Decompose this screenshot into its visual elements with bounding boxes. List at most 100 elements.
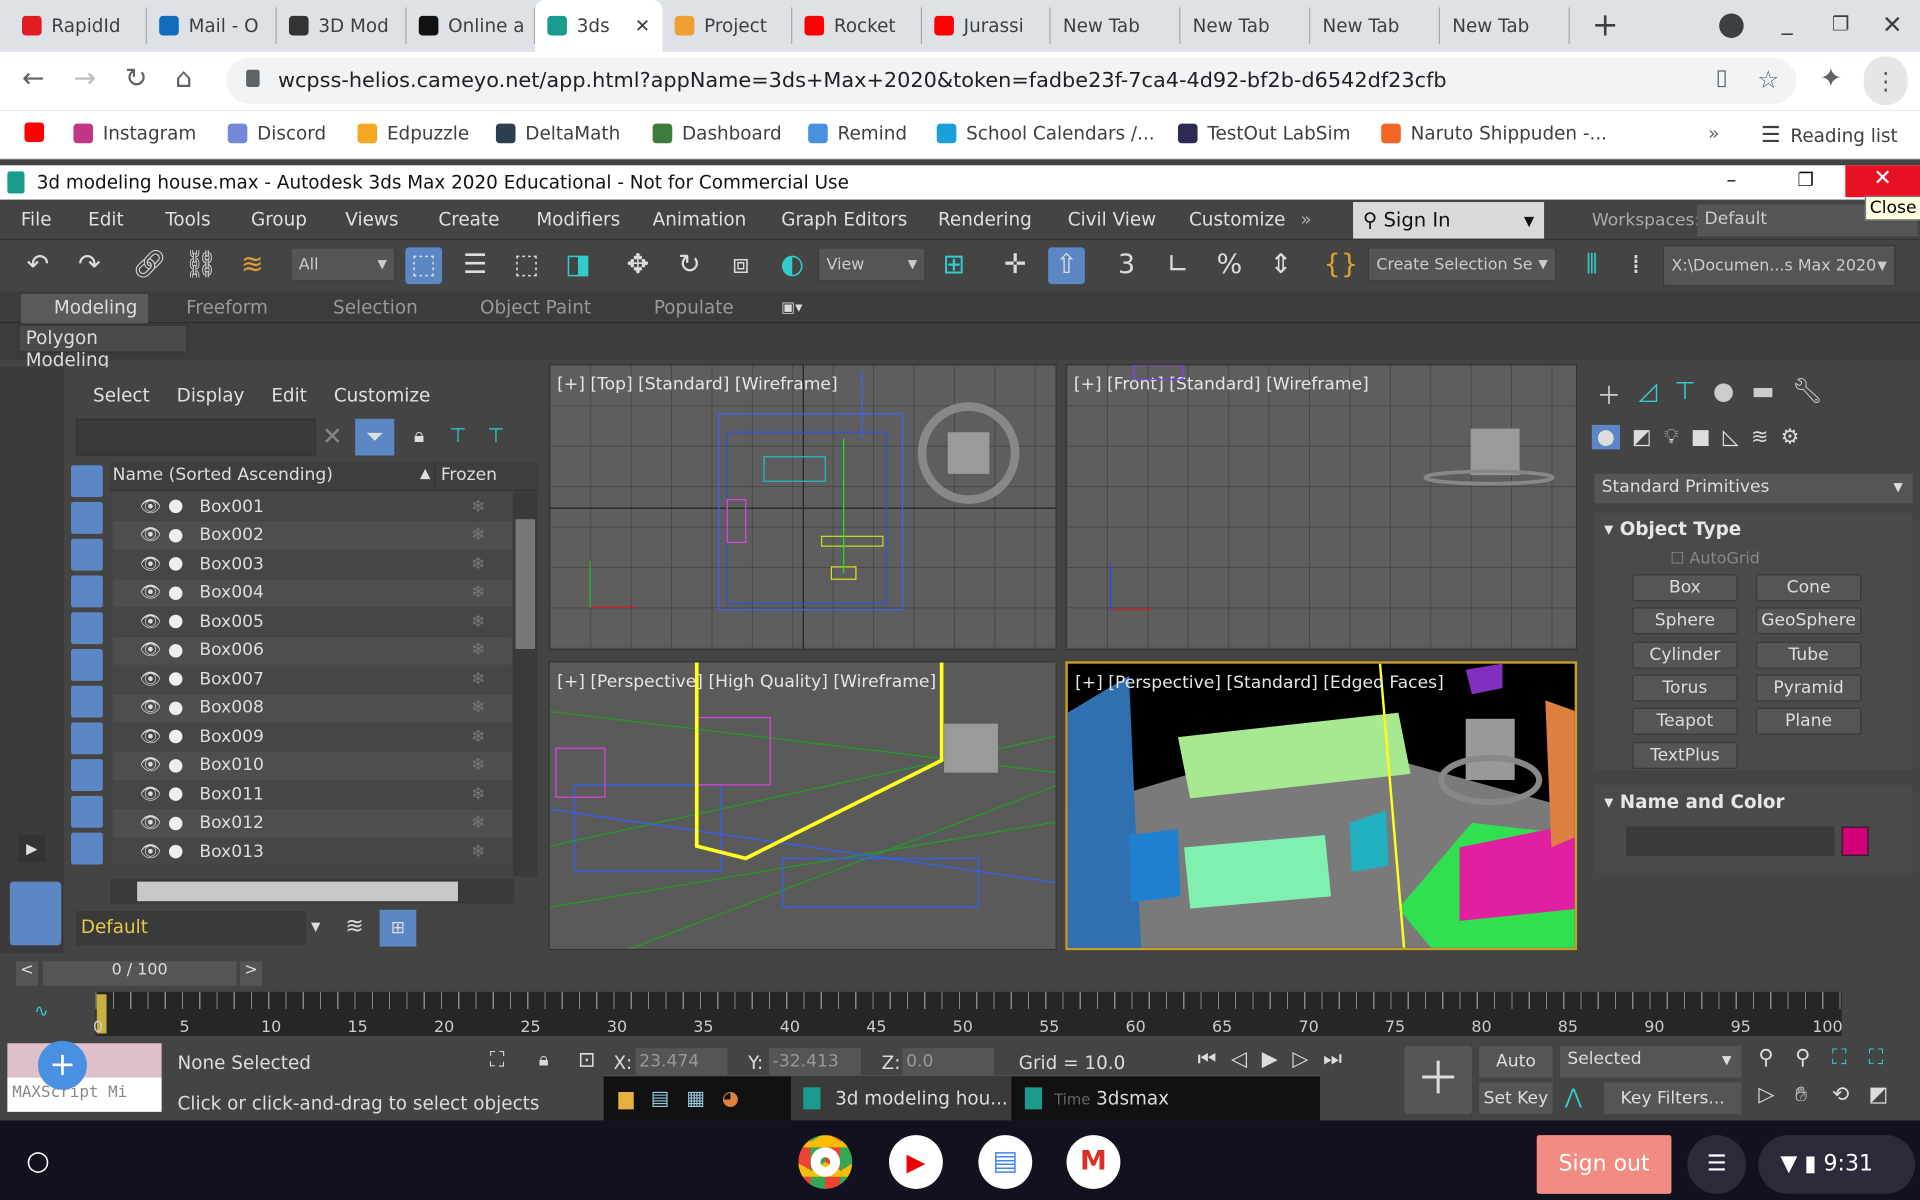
- viewport-layout-icon[interactable]: [9, 881, 62, 946]
- scene-object-row[interactable]: 👁︎ Box013 ❄: [112, 837, 512, 866]
- reading-list-button[interactable]: ☰ Reading list: [1761, 122, 1898, 148]
- spinner-snap-icon[interactable]: ⇕: [1262, 247, 1299, 284]
- browser-tab[interactable]: RapidId: [10, 7, 147, 45]
- keyboard-shortcut-override-icon[interactable]: ⇧: [1048, 247, 1085, 285]
- browser-tab[interactable]: Online a: [407, 7, 536, 45]
- key-mode-dropdown[interactable]: Selected ▼: [1560, 1045, 1742, 1078]
- snaps-toggle-icon[interactable]: 3: [1108, 247, 1145, 284]
- browser-tab[interactable]: Jurassi: [922, 7, 1051, 45]
- restore-icon[interactable]: ❐: [1832, 12, 1850, 35]
- visibility-eye-icon[interactable]: 👁︎: [140, 727, 162, 747]
- freeze-icon[interactable]: ❄: [471, 669, 485, 689]
- helpers-icon[interactable]: ◺: [1723, 425, 1739, 449]
- object-color-swatch[interactable]: [1841, 826, 1869, 856]
- angle-snap-icon[interactable]: ∟: [1160, 247, 1197, 284]
- ribbon-tab-freeform[interactable]: Freeform: [186, 296, 268, 318]
- freeze-icon[interactable]: ❄: [471, 727, 485, 747]
- y-coordinate-input[interactable]: -32.413: [768, 1048, 861, 1078]
- scale-icon[interactable]: ⧈: [722, 247, 759, 284]
- render-toggle-icon[interactable]: [168, 672, 183, 686]
- primitive-tube-button[interactable]: Tube: [1755, 641, 1862, 669]
- orbit-icon[interactable]: ⟲: [1832, 1082, 1869, 1106]
- go-to-start-icon[interactable]: ⏮: [1198, 1047, 1217, 1071]
- profile-dropdown-icon[interactable]: [1719, 13, 1744, 38]
- next-frame-button[interactable]: >: [240, 961, 263, 986]
- key-filters-button[interactable]: Key Filters...: [1604, 1082, 1742, 1115]
- rotate-icon[interactable]: ↻: [671, 247, 708, 284]
- scene-object-row[interactable]: 👁︎ Box002 ❄: [112, 521, 512, 550]
- ribbon-tab-populate[interactable]: Populate: [654, 296, 734, 318]
- menu-create[interactable]: Create: [438, 208, 499, 230]
- bookmark-item[interactable]: [24, 122, 53, 143]
- play-icon[interactable]: ▶: [1262, 1047, 1278, 1071]
- browser-tab[interactable]: Rocket: [792, 7, 923, 45]
- primitive-sphere-button[interactable]: Sphere: [1632, 607, 1738, 635]
- menu-group[interactable]: Group: [251, 208, 307, 230]
- explorer-menu-select[interactable]: Select: [93, 384, 150, 406]
- scene-object-row[interactable]: 👁︎ Box006 ❄: [112, 636, 512, 665]
- select-object-icon[interactable]: ⬚: [405, 247, 443, 285]
- primitive-plane-button[interactable]: Plane: [1755, 707, 1862, 735]
- minimize-icon[interactable]: _: [1782, 10, 1793, 36]
- forward-icon[interactable]: →: [73, 64, 96, 95]
- freeze-icon[interactable]: ❄: [471, 842, 485, 862]
- display-snowflake-filter-icon[interactable]: [71, 832, 103, 865]
- unlink-icon[interactable]: ⛓: [182, 247, 219, 284]
- paint-icon[interactable]: ◕: [722, 1086, 739, 1109]
- freeze-icon[interactable]: ❄: [471, 756, 485, 776]
- browser-tab[interactable]: New Tab: [1310, 7, 1441, 45]
- explorer-menu-display[interactable]: Display: [177, 384, 245, 406]
- explorer-menu-edit[interactable]: Edit: [271, 384, 307, 406]
- bookmark-item[interactable]: Remind: [808, 122, 907, 144]
- display-tool-filter-icon[interactable]: [71, 759, 103, 792]
- bookmark-item[interactable]: Edpuzzle: [357, 122, 469, 144]
- viewport-front[interactable]: [+] [Front] [Standard] [Wireframe]: [1065, 363, 1578, 651]
- visibility-eye-icon[interactable]: 👁︎: [140, 756, 162, 776]
- visibility-eye-icon[interactable]: 👁︎: [140, 554, 162, 574]
- visibility-eye-icon[interactable]: 👁︎: [140, 525, 162, 545]
- app-maximize-button[interactable]: ❐: [1798, 169, 1814, 191]
- motion-tab-icon[interactable]: ●: [1713, 376, 1734, 412]
- scene-object-row[interactable]: 👁︎ Box011 ❄: [112, 780, 512, 809]
- name-and-color-header[interactable]: ▾ Name and Color: [1604, 791, 1784, 813]
- scene-object-row[interactable]: 👁︎ Box010 ❄: [112, 751, 512, 780]
- curve-editor-icon[interactable]: ∿: [34, 1002, 48, 1022]
- new-tab-button[interactable]: +: [1592, 7, 1619, 44]
- primitive-torus-button[interactable]: Torus: [1632, 674, 1738, 702]
- menu-views[interactable]: Views: [345, 208, 398, 230]
- explorer-vertical-scrollbar[interactable]: [513, 492, 538, 877]
- browser-tab[interactable]: New Tab: [1051, 7, 1181, 45]
- freeze-icon[interactable]: ❄: [471, 525, 485, 545]
- browser-tab[interactable]: 3ds ✕: [535, 0, 663, 52]
- clear-search-icon[interactable]: ✕: [322, 421, 343, 450]
- viewport-perspective-wireframe[interactable]: [+] [Perspective] [High Quality] [Wirefr…: [548, 661, 1057, 951]
- render-toggle-icon[interactable]: [168, 557, 183, 571]
- field-of-view-icon[interactable]: ▷: [1758, 1082, 1795, 1106]
- render-toggle-icon[interactable]: [168, 585, 183, 600]
- scene-object-row[interactable]: 👁︎ Box007 ❄: [112, 664, 512, 694]
- redo-icon[interactable]: ↷: [71, 247, 108, 284]
- menu-animation[interactable]: Animation: [653, 208, 747, 230]
- notepad-icon[interactable]: ▤: [651, 1086, 670, 1109]
- taskbar-item-3dsmax-file[interactable]: 3d modeling hou...: [791, 1076, 1012, 1122]
- app-close-button[interactable]: ✕: [1845, 165, 1920, 198]
- freeze-icon[interactable]: ❄: [471, 554, 485, 574]
- visibility-eye-icon[interactable]: 👁︎: [140, 583, 162, 603]
- primitive-cylinder-button[interactable]: Cylinder: [1632, 641, 1738, 669]
- hierarchy-icon[interactable]: ⊤: [449, 424, 466, 447]
- utilities-tab-icon[interactable]: 🔧︎: [1792, 376, 1823, 412]
- viewport-top[interactable]: [+] [Top] [Standard] [Wireframe]: [548, 363, 1057, 651]
- isolate-selection-icon[interactable]: ⛶: [490, 1048, 505, 1072]
- zoom-extents-all-icon[interactable]: ⛶: [1869, 1046, 1906, 1070]
- ribbon-tab-modeling[interactable]: Modeling: [54, 296, 138, 318]
- freeze-icon[interactable]: ❄: [471, 583, 485, 603]
- next-key-icon[interactable]: ▷: [1292, 1047, 1308, 1071]
- render-toggle-icon[interactable]: [168, 528, 183, 542]
- explorer-horizontal-scrollbar[interactable]: [110, 879, 515, 904]
- docs-app-icon[interactable]: ▤: [978, 1135, 1033, 1189]
- render-toggle-icon[interactable]: [168, 499, 183, 514]
- display-camera-filter-icon[interactable]: [71, 575, 103, 608]
- add-fab-icon[interactable]: +: [37, 1040, 87, 1090]
- set-key-big-button[interactable]: ＋: [1404, 1045, 1472, 1115]
- zoom-all-icon[interactable]: ⚲: [1795, 1046, 1832, 1070]
